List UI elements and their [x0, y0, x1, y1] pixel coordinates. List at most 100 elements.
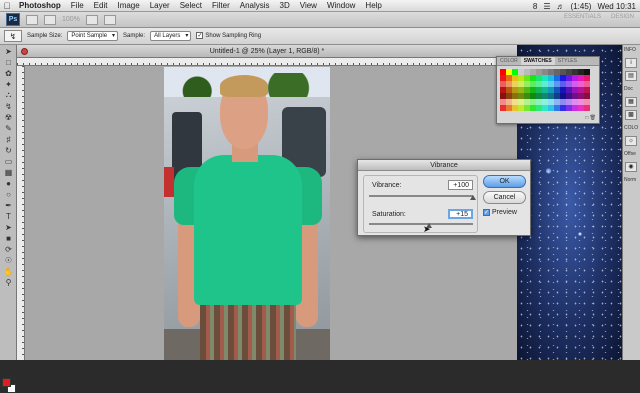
blur-tool-icon[interactable]: ●	[2, 178, 15, 188]
workspace-essentials[interactable]: ESSENTIALS	[564, 14, 601, 20]
options-bar: ↯ Sample Size: Point Sample Sample: All …	[0, 28, 640, 45]
vibrance-label: Vibrance:	[372, 182, 402, 189]
zoom-level[interactable]: 100%	[62, 16, 80, 23]
menu-edit[interactable]: Edit	[89, 0, 113, 12]
photo-hair	[220, 75, 268, 97]
eyedropper-tool-icon[interactable]: ↯	[2, 101, 15, 111]
masks-panel-icon[interactable]: ◉	[625, 162, 637, 172]
sample-layers-select[interactable]: All Layers	[150, 31, 192, 41]
photo-green-shirt	[194, 155, 302, 305]
menu-filter[interactable]: Filter	[207, 0, 235, 12]
swatch-cell[interactable]	[584, 105, 590, 111]
menu-file[interactable]: File	[66, 0, 89, 12]
menu-select[interactable]: Select	[175, 0, 207, 12]
dock-label-normal[interactable]: Norm	[623, 175, 640, 185]
tab-color[interactable]: COLOR	[497, 57, 521, 65]
foreground-color-swatch[interactable]	[2, 378, 11, 387]
clone-stamp-tool-icon[interactable]: ♯	[2, 134, 15, 144]
type-tool-icon[interactable]: T	[2, 211, 15, 221]
preview-checkbox[interactable]: ✓	[483, 209, 490, 216]
marquee-tool-icon[interactable]: □	[2, 57, 15, 67]
tab-styles[interactable]: STYLES	[555, 57, 580, 65]
launch-bridge-icon[interactable]	[26, 14, 38, 25]
saturation-input[interactable]: +15	[448, 209, 473, 219]
menu-window[interactable]: Window	[322, 0, 360, 12]
menu-clock[interactable]: Wed 10:31	[597, 2, 636, 11]
volume-icon[interactable]: ♬	[557, 2, 565, 11]
wifi-icon[interactable]: ☰	[543, 2, 550, 11]
lasso-tool-icon[interactable]: ✿	[2, 68, 15, 78]
history-brush-tool-icon[interactable]: ↻	[2, 145, 15, 155]
shape-tool-icon[interactable]: ■	[2, 233, 15, 243]
preview-option[interactable]: ✓ Preview	[483, 209, 517, 216]
cancel-button[interactable]: Cancel	[483, 191, 526, 204]
document-tab[interactable]: Untitled-1 @ 25% (Layer 1, RGB/8) *	[17, 45, 517, 58]
preview-label: Preview	[492, 209, 517, 216]
path-selection-tool-icon[interactable]: ➤	[2, 222, 15, 232]
swatches-footer: □ 🗑	[500, 115, 596, 122]
menu-photoshop[interactable]: Photoshop	[14, 0, 66, 12]
info-panel-icon[interactable]: i	[625, 58, 637, 68]
vibrance-slider[interactable]	[369, 195, 473, 197]
workspace-design[interactable]: DESIGN	[611, 14, 634, 20]
menu-analysis[interactable]: Analysis	[235, 0, 275, 12]
notification-badge[interactable]: 8	[533, 2, 537, 11]
crop-tool-icon[interactable]: ⛬	[2, 90, 15, 100]
dock-label-color[interactable]: COLO	[623, 123, 640, 133]
dock-label-offset: Offse	[624, 151, 636, 157]
healing-brush-tool-icon[interactable]: ☢	[2, 112, 15, 122]
channels-panel-icon[interactable]: ▩	[625, 110, 637, 120]
eyedropper-preset-icon[interactable]: ↯	[4, 30, 22, 42]
sampling-ring-checkbox[interactable]: ✓	[196, 32, 204, 40]
dock-label-info[interactable]: INFO	[623, 45, 640, 55]
screen-mode-icon[interactable]	[103, 14, 116, 25]
arrange-documents-icon[interactable]	[85, 14, 98, 25]
battery-label[interactable]: (1:45)	[571, 2, 592, 11]
adjustments-panel-icon[interactable]: ☼	[625, 136, 637, 146]
zoom-tool-icon[interactable]: ⚲	[2, 277, 15, 287]
saturation-slider[interactable]	[369, 223, 473, 225]
menu-view[interactable]: View	[295, 0, 322, 12]
vertical-ruler[interactable]	[17, 66, 25, 360]
eraser-tool-icon[interactable]: ▭	[2, 156, 15, 166]
photoshop-logo: Ps	[6, 13, 20, 26]
swatch-grid[interactable]	[500, 69, 590, 113]
menu-3d[interactable]: 3D	[275, 0, 295, 12]
vibrance-dialog: Vibrance Vibrance: +100 Saturation: +15 …	[357, 159, 531, 236]
saturation-label: Saturation:	[372, 211, 406, 218]
sample-size-select[interactable]: Point Sample	[67, 31, 119, 41]
vibrance-input[interactable]: +100	[448, 180, 473, 190]
image-canvas[interactable]	[164, 67, 330, 360]
horizontal-ruler[interactable]	[17, 58, 517, 66]
mouse-pointer-icon: ➤	[423, 224, 431, 234]
photo-car-taillight	[164, 167, 174, 197]
move-tool-icon[interactable]: ➤	[2, 46, 15, 56]
histogram-panel-icon[interactable]: ▤	[625, 71, 637, 81]
menu-image[interactable]: Image	[112, 0, 144, 12]
dialog-title[interactable]: Vibrance	[358, 160, 530, 171]
gradient-tool-icon[interactable]: ▦	[2, 167, 15, 177]
menu-layer[interactable]: Layer	[145, 0, 175, 12]
3d-orbit-tool-icon[interactable]: ☉	[2, 255, 15, 265]
layers-panel-icon[interactable]: ▦	[625, 97, 637, 107]
swatches-panel-tabs: COLOR SWATCHES STYLES	[497, 57, 599, 66]
view-extras-icon[interactable]	[44, 14, 56, 25]
workspace-switcher: ESSENTIALS DESIGN	[564, 14, 634, 20]
brush-tool-icon[interactable]: ✎	[2, 123, 15, 133]
panel-dock: INFO i ▤ Doc ▦ ▩ COLO ☼ Offse ◉ Norm	[622, 45, 640, 360]
hand-tool-icon[interactable]: ✋	[2, 266, 15, 276]
tab-swatches[interactable]: SWATCHES	[520, 57, 555, 65]
3d-rotate-tool-icon[interactable]: ⟳	[2, 244, 15, 254]
menu-help[interactable]: Help	[360, 0, 386, 12]
sampling-ring-option[interactable]: ✓ Show Sampling Ring	[196, 32, 261, 40]
new-swatch-icon[interactable]: □	[585, 115, 588, 121]
ok-button[interactable]: OK	[483, 175, 526, 188]
vibrance-slider-thumb[interactable]	[470, 195, 476, 200]
status-menu-area: 8 ☰ ♬ (1:45) Wed 10:31	[533, 0, 636, 12]
delete-swatch-icon[interactable]: 🗑	[590, 115, 596, 121]
apple-menu-icon[interactable]: 	[0, 1, 14, 11]
close-document-icon[interactable]	[21, 48, 28, 55]
dodge-tool-icon[interactable]: ○	[2, 189, 15, 199]
quick-select-tool-icon[interactable]: ✦	[2, 79, 15, 89]
pen-tool-icon[interactable]: ✒	[2, 200, 15, 210]
